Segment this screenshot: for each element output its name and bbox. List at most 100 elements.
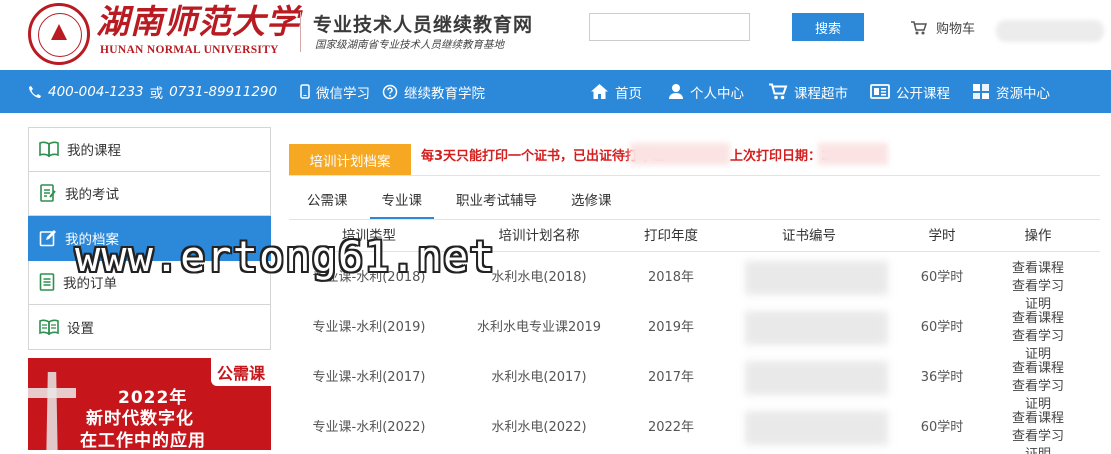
subtab-divider xyxy=(289,219,1100,220)
banner-line-3: 在工作中的应用 xyxy=(80,431,206,450)
print-notice: 每3天只能打印一个证书，已出证待打印证 xyxy=(421,149,665,164)
nav-home-label: 首页 xyxy=(615,85,642,102)
nav-wechat-label: 微信学习 xyxy=(316,85,370,102)
nav-home[interactable]: 首页 xyxy=(590,70,642,113)
col-cert-number: 证书编号 xyxy=(782,228,836,244)
col-actions: 操作 xyxy=(1024,228,1052,244)
table-row: 专业课-水利(2019) 水利水电专业课2019 2019年 10 60学时 查… xyxy=(289,303,1100,362)
book-icon xyxy=(39,141,59,158)
sidebar-item-label: 我的课程 xyxy=(67,143,121,160)
redacted-count xyxy=(630,143,730,165)
cell-year: 2018年 xyxy=(647,270,695,285)
redacted-date xyxy=(818,143,888,165)
view-certificate-link[interactable]: 查看学习证明 xyxy=(1007,428,1069,454)
cert-redacted xyxy=(745,261,888,295)
section-divider xyxy=(289,175,1100,176)
cell-hours: 60学时 xyxy=(920,270,964,285)
last-print-date: 上次打印日期：2 xyxy=(730,149,831,164)
view-course-link[interactable]: 查看课程 xyxy=(1007,410,1069,428)
cell-plan-name: 水利水电(2017) xyxy=(491,370,587,385)
cart-link[interactable]: 购物车 xyxy=(910,18,975,37)
cell-hours: 36学时 xyxy=(920,370,964,385)
phone-or: 或 xyxy=(149,85,164,102)
mobile-icon xyxy=(300,84,310,99)
phone-icon xyxy=(29,85,41,98)
nav-course-market-label: 课程超市 xyxy=(794,85,848,102)
tab-elective-course[interactable]: 选修课 xyxy=(559,186,624,219)
nav-open-courses-label: 公开课程 xyxy=(896,85,950,102)
edit-icon xyxy=(39,229,56,247)
nav-personal-center[interactable]: 个人中心 xyxy=(668,70,744,113)
cell-plan-name: 水利水电专业课2019 xyxy=(476,320,602,335)
cell-year: 2019年 xyxy=(647,320,695,335)
order-list-icon xyxy=(39,273,55,292)
cert-redacted xyxy=(745,311,888,345)
sidebar-item-label: 我的考试 xyxy=(65,187,119,204)
table-row: 专业课-水利(2017) 水利水电(2017) 2017年 1 36学时 查看课… xyxy=(289,353,1100,412)
phone-number-2: 0731-89911290 xyxy=(169,83,278,100)
view-course-link[interactable]: 查看课程 xyxy=(1007,360,1069,378)
open-course-icon xyxy=(870,84,890,99)
search-button[interactable]: 搜索 xyxy=(792,13,864,41)
banner-pillar-graphic xyxy=(46,372,58,450)
tab-public-course[interactable]: 公需课 xyxy=(295,186,360,219)
shopping-cart-icon xyxy=(911,20,928,34)
nav-wechat-study[interactable]: 微信学习 xyxy=(300,70,370,113)
phone-number-1: 400-004-1233 xyxy=(48,83,144,100)
nav-college-label: 继续教育学院 xyxy=(404,85,485,102)
col-hours: 学时 xyxy=(928,228,956,244)
section-tab-training-archive[interactable]: 培训计划档案 xyxy=(289,144,411,176)
nav-college[interactable]: 继续教育学院 xyxy=(382,70,485,113)
tab-exam-tutoring[interactable]: 职业考试辅导 xyxy=(444,186,549,219)
cell-hours: 60学时 xyxy=(920,420,964,435)
cert-redacted xyxy=(745,361,888,395)
nav-course-market[interactable]: 课程超市 xyxy=(768,70,848,113)
public-course-banner[interactable]: 公需课 2022年 新时代数字化 在工作中的应用 xyxy=(28,358,271,450)
sidebar-item-my-exams[interactable]: 我的考试 xyxy=(28,171,271,216)
row-actions: 查看课程 查看学习证明 xyxy=(1007,410,1069,454)
col-plan-name: 培训计划名称 xyxy=(498,228,580,244)
view-course-link[interactable]: 查看课程 xyxy=(1007,310,1069,328)
search-input[interactable] xyxy=(589,13,750,41)
home-icon xyxy=(591,84,608,99)
cell-hours: 60学时 xyxy=(920,320,964,335)
cart-icon xyxy=(769,83,788,100)
cell-year: 2017年 xyxy=(647,370,695,385)
site-title: 专业技术人员继续教育网 xyxy=(313,14,534,36)
nav-resource-label: 资源中心 xyxy=(996,85,1050,102)
cell-plan-name: 水利水电(2022) xyxy=(491,420,587,435)
user-icon xyxy=(669,84,683,99)
sidebar-item-my-courses[interactable]: 我的课程 xyxy=(28,127,271,172)
nav-personal-label: 个人中心 xyxy=(690,85,744,102)
settings-book-icon xyxy=(39,319,59,335)
site-header: 湖南师范大学 HUNAN NORMAL UNIVERSITY 专业技术人员继续教… xyxy=(0,0,1111,70)
main-navbar: 400-004-1233 或 0731-89911290 微信学习 继续教育学院… xyxy=(0,70,1111,113)
cell-type: 专业课-水利(2022) xyxy=(312,420,426,435)
header-divider xyxy=(300,12,301,52)
cell-plan-name: 水利水电(2018) xyxy=(491,270,587,285)
table-row: 专业课-水利(2022) 水利水电(2022) 2022年 10 60学时 查看… xyxy=(289,403,1100,454)
user-name-redacted[interactable] xyxy=(996,20,1104,42)
cell-type: 专业课-水利(2017) xyxy=(312,370,426,385)
university-name-cn: 湖南师范大学 xyxy=(96,2,300,41)
col-print-year: 打印年度 xyxy=(644,228,698,244)
cert-redacted xyxy=(745,411,888,445)
watermark-text: www.ertong61.net xyxy=(75,232,496,281)
cell-type: 专业课-水利(2019) xyxy=(312,320,426,335)
nav-resource-center[interactable]: 资源中心 xyxy=(972,70,1050,113)
site-subtitle: 国家级湖南省专业技术人员继续教育基地 xyxy=(315,39,504,51)
view-course-link[interactable]: 查看课程 xyxy=(1007,260,1069,278)
tab-professional-course[interactable]: 专业课 xyxy=(369,186,434,219)
sidebar-item-label: 设置 xyxy=(67,320,94,337)
hotline: 400-004-1233 或 0731-89911290 xyxy=(28,70,277,113)
help-circle-icon xyxy=(382,84,398,99)
course-type-tabs: 公需课 专业课 职业考试辅导 选修课 xyxy=(295,186,634,220)
sidebar-item-settings[interactable]: 设置 xyxy=(28,305,271,350)
university-name-en: HUNAN NORMAL UNIVERSITY xyxy=(100,44,279,56)
nav-open-courses[interactable]: 公开课程 xyxy=(870,70,950,113)
resource-icon xyxy=(973,84,989,99)
exam-paper-icon xyxy=(40,184,56,203)
university-seal-logo[interactable] xyxy=(28,3,90,65)
banner-tag: 公需课 xyxy=(210,358,271,386)
cart-label: 购物车 xyxy=(936,22,976,37)
